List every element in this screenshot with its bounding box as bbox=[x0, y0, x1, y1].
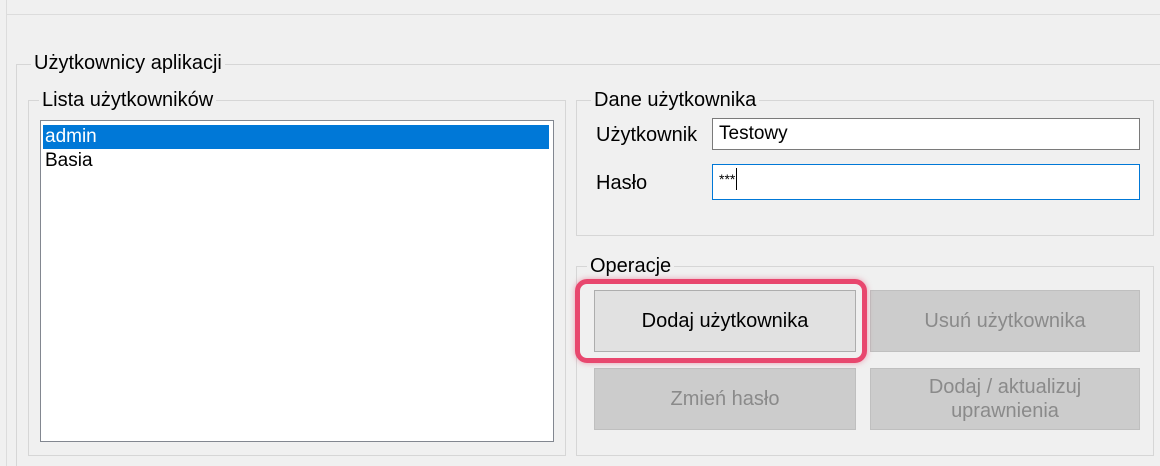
user-label: Użytkownik bbox=[596, 124, 698, 146]
app-users-group-title: Użytkownicy aplikacji bbox=[31, 50, 225, 76]
permissions-button[interactable]: Dodaj / aktualizuj uprawnienia bbox=[870, 368, 1140, 430]
user-input-value: Testowy bbox=[719, 123, 788, 144]
password-input-value: *** bbox=[719, 171, 736, 187]
top-separator bbox=[6, 0, 1160, 15]
user-listbox[interactable]: admin Basia bbox=[40, 120, 554, 442]
highlight-annotation bbox=[575, 279, 867, 363]
permissions-button-line2: uprawnienia bbox=[951, 400, 1059, 422]
user-list-group-title: Lista użytkowników bbox=[39, 87, 217, 113]
user-input[interactable]: Testowy bbox=[712, 118, 1140, 150]
permissions-button-line1: Dodaj / aktualizuj bbox=[928, 376, 1082, 398]
remove-user-button[interactable]: Usuń użytkownika bbox=[870, 290, 1140, 352]
text-caret bbox=[736, 167, 738, 190]
operations-group-title: Operacje bbox=[587, 253, 675, 279]
list-item-basia[interactable]: Basia bbox=[43, 149, 549, 173]
password-input[interactable]: *** bbox=[712, 164, 1140, 200]
left-edge bbox=[6, 0, 7, 466]
user-data-group-title: Dane użytkownika bbox=[591, 87, 760, 113]
change-password-button[interactable]: Zmień hasło bbox=[594, 368, 856, 430]
password-label: Hasło bbox=[596, 172, 648, 194]
list-item-admin[interactable]: admin bbox=[43, 125, 549, 149]
